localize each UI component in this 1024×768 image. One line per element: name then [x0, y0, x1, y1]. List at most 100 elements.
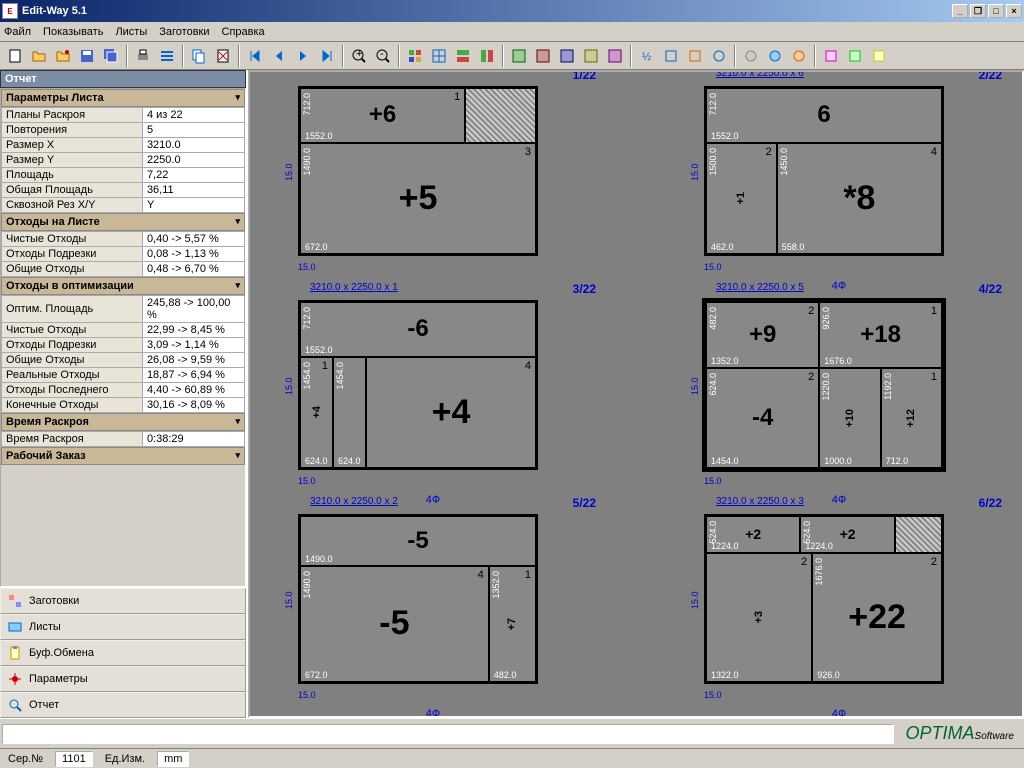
section-header[interactable]: Параметры Листа▾ [1, 89, 245, 107]
margin-bottom-label: 15.0 [298, 690, 316, 700]
sheet-bottom-label: 4Ф [426, 708, 440, 718]
sheet-layout[interactable]: 5/223210.0 x 2250.0 x 215.0-51490.0-5467… [270, 510, 596, 706]
sheet-bottom-label: 4Ф [832, 280, 846, 292]
cut-piece[interactable]: 624.01454.0 [333, 357, 366, 468]
cut-piece[interactable]: +921352.0482.0 [706, 302, 819, 368]
last-button[interactable] [316, 45, 338, 67]
delete-button[interactable] [212, 45, 234, 67]
tool-b-button[interactable] [660, 45, 682, 67]
svg-text:-: - [380, 48, 384, 60]
property-row: Общая Площадь36,11 [2, 183, 245, 198]
layout5-button[interactable] [604, 45, 626, 67]
minimize-button[interactable]: _ [952, 4, 968, 18]
section-header[interactable]: Отходы на Листе▾ [1, 213, 245, 231]
nav-params[interactable]: Параметры [0, 666, 246, 692]
cut-piece[interactable]: +611552.0712.0 [300, 88, 465, 143]
zoomout-button[interactable]: - [372, 45, 394, 67]
cut-piece[interactable]: +21224.0524.0 [800, 516, 894, 553]
layout2-button[interactable] [532, 45, 554, 67]
nav-sheets[interactable]: Листы [0, 614, 246, 640]
cut-piece[interactable]: +21224.0524.0 [706, 516, 800, 553]
sheet-id: 1/22 [573, 70, 596, 82]
open-button[interactable] [28, 45, 50, 67]
property-row: Общие Отходы26,08 -> 9,59 % [2, 353, 245, 368]
nav-report[interactable]: Отчет [0, 692, 246, 718]
grid2-button[interactable] [428, 45, 450, 67]
cut-piece[interactable]: +321322.0 [706, 553, 812, 682]
grid1-button[interactable] [404, 45, 426, 67]
save-button[interactable] [76, 45, 98, 67]
tool-e-button[interactable] [740, 45, 762, 67]
first-button[interactable] [244, 45, 266, 67]
margin-bottom-label: 15.0 [704, 476, 722, 486]
sheet-id: 5/22 [573, 496, 596, 510]
tool-c-button[interactable] [684, 45, 706, 67]
cut-piece[interactable]: +1811676.0926.0 [819, 302, 942, 368]
cut-piece[interactable]: +71482.01352.0 [489, 566, 536, 682]
tool-h-button[interactable] [820, 45, 842, 67]
tool-f-button[interactable] [764, 45, 786, 67]
sheet-layout[interactable]: 6/223210.0 x 2250.0 x 315.0+21224.0524.0… [676, 510, 1002, 706]
copy-button[interactable] [188, 45, 210, 67]
cut-piece[interactable]: +53672.01490.0 [300, 143, 536, 254]
menu-pieces[interactable]: Заготовки [159, 26, 209, 38]
cut-piece[interactable]: *84558.01450.0 [777, 143, 942, 254]
menu-sheets[interactable]: Листы [115, 26, 147, 38]
cut-piece[interactable]: -61552.0712.0 [300, 302, 536, 357]
grid3-button[interactable] [452, 45, 474, 67]
tool-g-button[interactable] [788, 45, 810, 67]
layout3-button[interactable] [556, 45, 578, 67]
zoomin-button[interactable]: + [348, 45, 370, 67]
cut-piece[interactable]: -421454.0624.0 [706, 368, 819, 468]
cut-piece[interactable]: +12462.01500.0 [706, 143, 777, 254]
property-row: Планы Раскроя4 из 22 [2, 108, 245, 123]
nav-clipboard[interactable]: Буф.Обмена [0, 640, 246, 666]
close-button[interactable]: × [1006, 4, 1022, 18]
pieces-icon [7, 593, 23, 609]
print-button[interactable] [132, 45, 154, 67]
property-row: Площадь7,22 [2, 168, 245, 183]
maximize-button[interactable]: □ [988, 4, 1004, 18]
sheet-layout[interactable]: 1/2215.0+611552.0712.0+53672.01490.015.0 [270, 82, 596, 278]
new-button[interactable] [4, 45, 26, 67]
sheet-layout[interactable]: 2/223210.0 x 2250.0 x 615.061552.0712.0+… [676, 82, 1002, 278]
prev-button[interactable] [268, 45, 290, 67]
open2-button[interactable] [52, 45, 74, 67]
layout1-button[interactable] [508, 45, 530, 67]
waste-area [465, 88, 536, 143]
tool-d-button[interactable] [708, 45, 730, 67]
cut-piece[interactable]: -54672.01490.0 [300, 566, 489, 682]
nav-pieces[interactable]: Заготовки [0, 588, 246, 614]
cut-piece[interactable]: 61552.0712.0 [706, 88, 942, 143]
section-header[interactable]: Рабочий Заказ▾ [1, 447, 245, 465]
sidebar: Отчет Параметры Листа▾Планы Раскроя4 из … [0, 70, 248, 718]
cut-piece[interactable]: +222926.01676.0 [812, 553, 942, 682]
list-button[interactable] [156, 45, 178, 67]
logo: OPTIMASoftware [898, 723, 1022, 744]
cut-piece[interactable]: +101000.01220.0 [819, 368, 880, 468]
property-row: Реальные Отходы18,87 -> 6,94 % [2, 368, 245, 383]
menu-show[interactable]: Показывать [43, 26, 103, 38]
main-canvas[interactable]: 1/2215.0+611552.0712.0+53672.01490.015.0… [248, 70, 1024, 718]
sheet-layout[interactable]: 3/223210.0 x 2250.0 x 115.0-61552.0712.0… [270, 296, 596, 492]
menu-file[interactable]: Файл [4, 26, 31, 38]
command-input[interactable] [2, 724, 894, 744]
tool-j-button[interactable] [868, 45, 890, 67]
cut-piece[interactable]: +121712.01192.0 [881, 368, 942, 468]
saveall-button[interactable] [100, 45, 122, 67]
menu-help[interactable]: Справка [222, 26, 265, 38]
restore-button[interactable]: ❐ [970, 4, 986, 18]
tool-a-button[interactable]: ½ [636, 45, 658, 67]
cut-piece[interactable]: +44 [366, 357, 536, 468]
next-button[interactable] [292, 45, 314, 67]
cut-piece[interactable]: -51490.0 [300, 516, 536, 566]
section-header[interactable]: Отходы в оптимизации▾ [1, 277, 245, 295]
sheet-layout[interactable]: 4/223210.0 x 2250.0 x 515.0+921352.0482.… [676, 296, 1002, 492]
property-row: Конечные Отходы30,16 -> 8,09 % [2, 398, 245, 413]
layout4-button[interactable] [580, 45, 602, 67]
section-header[interactable]: Время Раскроя▾ [1, 413, 245, 431]
cut-piece[interactable]: +41624.01454.0 [300, 357, 333, 468]
tool-i-button[interactable] [844, 45, 866, 67]
grid4-button[interactable] [476, 45, 498, 67]
sheet-dimension: 3210.0 x 2250.0 x 3 [716, 496, 804, 507]
